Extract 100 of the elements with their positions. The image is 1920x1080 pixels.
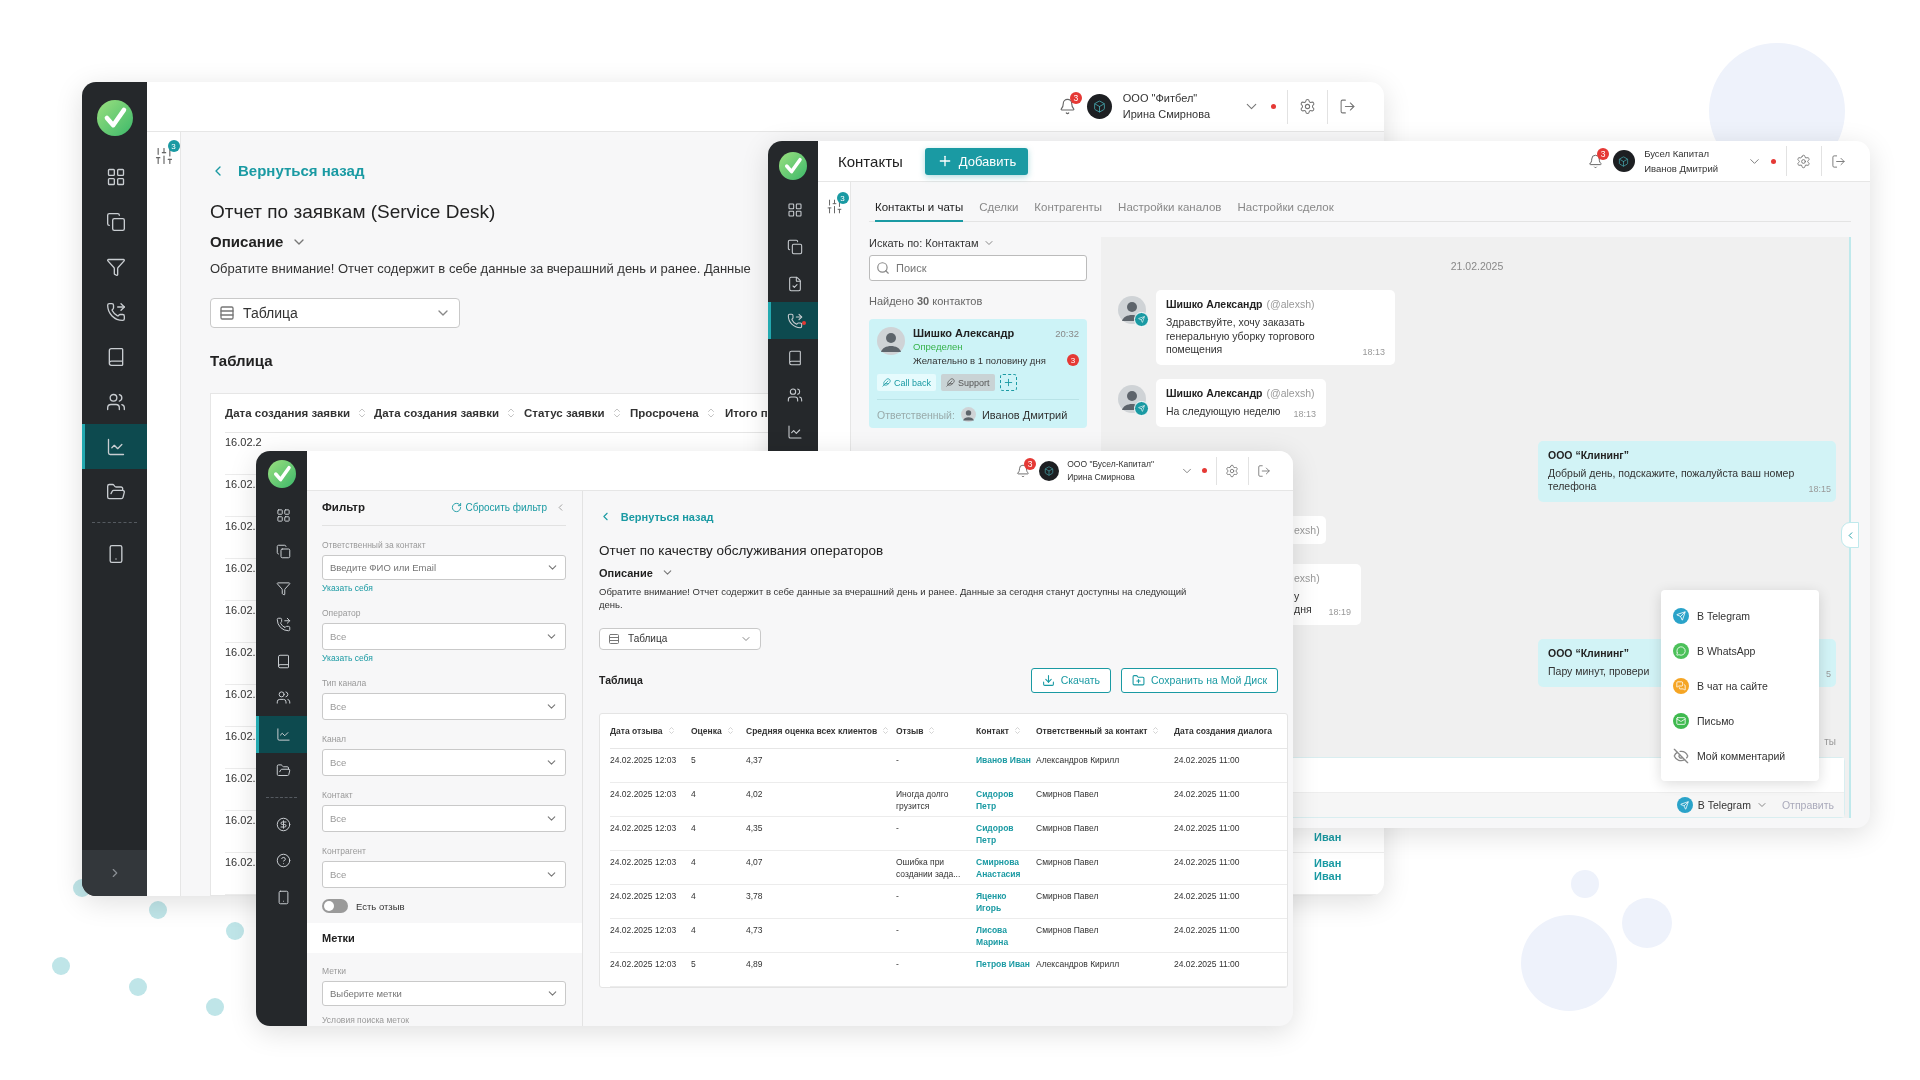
- column-header: Оценка: [691, 713, 746, 749]
- message-text: у дня: [1294, 589, 1313, 618]
- tag-chip[interactable]: Support: [941, 374, 995, 391]
- table-cell: -: [896, 748, 976, 783]
- tab[interactable]: Контакты и чаты: [875, 197, 964, 222]
- message-time: 18:19: [1328, 607, 1351, 618]
- contact-link[interactable]: Иван: [1314, 830, 1346, 844]
- tag-chip[interactable]: Call back: [877, 374, 936, 391]
- toggle-switch[interactable]: [322, 899, 348, 913]
- bell-icon[interactable]: [1058, 98, 1076, 115]
- search-by-select[interactable]: Искать по: Контактам: [869, 237, 995, 249]
- menu-item[interactable]: В чат на сайте: [1661, 668, 1819, 703]
- bell-icon[interactable]: [1588, 153, 1604, 169]
- logo-icon: [267, 460, 296, 488]
- contact-link[interactable]: Иван Иван: [1314, 856, 1346, 883]
- table-cell: -: [896, 918, 976, 953]
- filter-title: Фильтр: [322, 501, 365, 513]
- settings-icon[interactable]: [1299, 98, 1316, 115]
- contact-note: Желательно в 1 половину дня: [913, 354, 1046, 366]
- table-cell: 24.02.2025 11:00: [1174, 782, 1287, 817]
- column-header: Дата создания диалога: [1174, 713, 1287, 749]
- column-header: Статус заявки: [524, 393, 630, 433]
- company-avatar: [1612, 150, 1635, 172]
- tab[interactable]: Контрагенты: [1034, 197, 1103, 222]
- add-tag-button[interactable]: [999, 374, 1017, 391]
- contact-link[interactable]: Сидоров Петр: [976, 782, 1036, 817]
- menu-item[interactable]: В WhatsApp: [1661, 633, 1819, 668]
- table-cell: Иногда долго грузится: [896, 782, 976, 817]
- column-header: Дата отзыва: [610, 713, 691, 749]
- contact-link[interactable]: Иванов Иван: [976, 748, 1036, 783]
- notice-text: Обратите внимание! Отчет содержит в себе данные за вчерашний день и ранее. Данные: [210, 260, 751, 278]
- column-header: Отзыв: [896, 713, 976, 749]
- refresh-icon: [450, 501, 462, 513]
- grid-icon: [786, 201, 803, 218]
- sidebar-button[interactable]: [768, 302, 818, 339]
- view-select[interactable]: Таблица: [599, 627, 761, 650]
- assign-self-link[interactable]: Указать себя: [322, 583, 373, 594]
- back-link[interactable]: Вернуться назад: [210, 162, 365, 179]
- contact-link[interactable]: Смирнова Анастасия: [976, 850, 1036, 885]
- chart-icon: [106, 436, 126, 457]
- settings-icon[interactable]: [1225, 463, 1239, 478]
- assign-self-link[interactable]: Указать себя: [322, 653, 373, 664]
- select-field[interactable]: Все: [322, 749, 566, 776]
- contact-link[interactable]: Лисова Марина: [976, 918, 1036, 953]
- select-field[interactable]: Все: [322, 623, 566, 650]
- book-icon: [786, 349, 803, 366]
- chart-icon: [275, 726, 291, 742]
- table-cell: 24.02.2025 11:00: [1174, 816, 1287, 851]
- select-field[interactable]: Выберите метки: [322, 981, 566, 1006]
- channel-select[interactable]: В Telegram: [1676, 797, 1768, 813]
- table-cell: 24.02.2025 11:00: [1174, 850, 1287, 885]
- table-cell: Смирнов Павел: [1036, 782, 1174, 817]
- search-icon: [876, 261, 890, 275]
- logout-icon[interactable]: [1339, 98, 1356, 115]
- contact-link[interactable]: Яценко Игорь: [976, 884, 1036, 919]
- envelope-icon: [1673, 712, 1689, 729]
- sliders-icon[interactable]: [825, 198, 843, 215]
- contact-card[interactable]: Шишко Александр 20:32 Определен Желательно в 1 половину дня 3 Call back Support Ответственный: Иванов Дмитрий: [869, 319, 1087, 428]
- select-field[interactable]: Все: [322, 861, 566, 888]
- dollar-icon: [275, 816, 291, 832]
- table-cell: 24.02.2025 12:03: [610, 816, 691, 851]
- download-button[interactable]: Скачать: [1030, 667, 1112, 693]
- reset-filter-button[interactable]: Сбросить фильтр: [450, 501, 547, 513]
- menu-item[interactable]: Письмо: [1661, 703, 1819, 738]
- tab[interactable]: Настройки сделок: [1237, 197, 1334, 222]
- logo-icon: [779, 152, 807, 180]
- add-button[interactable]: Добавить: [924, 147, 1029, 175]
- table-cell: 24.02.2025 12:03: [610, 850, 691, 885]
- sliders-icon[interactable]: [153, 146, 174, 166]
- field-label: Контакт: [322, 790, 354, 800]
- menu-item[interactable]: В Telegram: [1661, 598, 1819, 633]
- view-select[interactable]: Таблица: [210, 297, 460, 328]
- tab[interactable]: Настройки каналов: [1118, 197, 1222, 222]
- folder-plus-icon: [1132, 673, 1146, 687]
- folder-icon: [106, 481, 126, 502]
- search-field[interactable]: Поиск: [869, 255, 1087, 281]
- contact-link[interactable]: Петров Иван: [976, 952, 1036, 987]
- back-link[interactable]: Вернуться назад: [599, 510, 714, 523]
- table-cell: Смирнов Павел: [1036, 884, 1174, 919]
- select-field[interactable]: Все: [322, 805, 566, 832]
- save-button[interactable]: Сохранить на Мой Диск: [1121, 667, 1278, 693]
- bell-icon[interactable]: [1016, 463, 1031, 478]
- contact-status: Определен: [913, 341, 964, 352]
- description-toggle[interactable]: Описание: [210, 233, 308, 250]
- tab[interactable]: Сделки: [979, 197, 1019, 222]
- table-cell: 24.02.2025 11:00: [1174, 918, 1287, 953]
- logout-icon[interactable]: [1257, 463, 1271, 478]
- settings-icon[interactable]: [1796, 153, 1811, 169]
- description-toggle[interactable]: Описание: [599, 566, 674, 579]
- message-time: 18:15: [1808, 483, 1831, 494]
- status-dot: [1771, 158, 1776, 164]
- table-cell: Ошибка при создании зада...: [896, 850, 976, 885]
- select-field[interactable]: Введите ФИО или Email: [322, 555, 566, 580]
- table-cell: 4,37: [746, 748, 896, 783]
- select-field[interactable]: Все: [322, 693, 566, 720]
- contact-link[interactable]: Сидоров Петр: [976, 816, 1036, 851]
- logout-icon[interactable]: [1831, 153, 1846, 169]
- section-title: Таблица: [210, 351, 273, 369]
- menu-item[interactable]: Мой комментарий: [1661, 738, 1819, 773]
- feather-icon: [882, 378, 891, 387]
